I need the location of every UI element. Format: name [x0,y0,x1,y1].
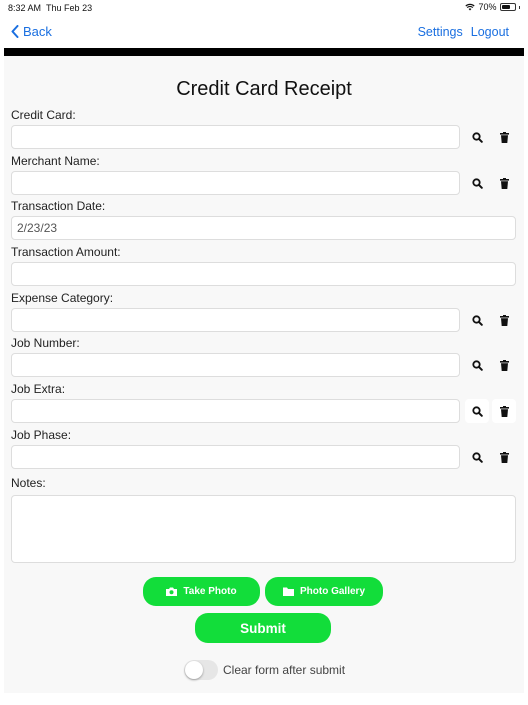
receipt-form: Credit Card Receipt Credit Card: Merchan… [4,56,524,693]
credit-card-clear-button[interactable] [492,125,516,149]
search-icon [471,359,483,371]
trash-icon [499,131,509,143]
job-extra-input[interactable] [11,399,460,423]
back-button[interactable]: Back [11,24,52,39]
photo-gallery-label: Photo Gallery [299,586,365,597]
clear-form-toggle[interactable] [184,660,218,680]
credit-card-label: Credit Card: [11,108,76,122]
notes-textarea[interactable] [11,495,516,563]
search-icon [471,405,483,417]
trash-icon [499,451,509,463]
job-phase-search-button[interactable] [465,445,489,469]
trash-icon [499,405,509,417]
status-indicators: 70% [465,2,520,12]
page-title: Credit Card Receipt [176,78,352,100]
nav-bar: Back Settings Logout [0,18,528,48]
job-number-label: Job Number: [11,336,80,350]
submit-label: Submit [240,620,286,636]
transaction-date-input[interactable]: 2/23/23 [11,216,516,240]
expense-category-search-button[interactable] [465,308,489,332]
search-icon [471,131,483,143]
settings-link[interactable]: Settings [418,25,463,39]
job-phase-label: Job Phase: [11,428,72,442]
expense-category-label: Expense Category: [11,291,114,305]
status-date: Thu Feb 23 [46,3,93,13]
status-bar: 8:32 AM Thu Feb 23 70% [0,0,528,16]
merchant-name-clear-button[interactable] [492,171,516,195]
transaction-amount-label: Transaction Amount: [11,245,121,259]
header-divider [4,48,524,56]
job-extra-search-button[interactable] [465,399,489,423]
chevron-left-icon [11,25,19,38]
logout-link[interactable]: Logout [471,25,509,39]
merchant-name-search-button[interactable] [465,171,489,195]
notes-label: Notes: [11,476,46,490]
wifi-icon [465,3,476,11]
job-number-input[interactable] [11,353,460,377]
status-clock: 8:32 AM [8,3,42,13]
photo-gallery-button[interactable]: Photo Gallery [265,577,383,606]
trash-icon [499,359,509,371]
camera-icon [166,587,178,596]
job-number-clear-button[interactable] [492,353,516,377]
job-extra-clear-button[interactable] [492,399,516,423]
take-photo-button[interactable]: Take Photo [143,577,260,606]
job-phase-input[interactable] [11,445,460,469]
merchant-name-label: Merchant Name: [11,154,100,168]
take-photo-label: Take Photo [183,586,237,597]
expense-category-input[interactable] [11,308,460,332]
nav-actions: Settings Logout [418,25,509,39]
back-label: Back [23,24,52,39]
expense-category-clear-button[interactable] [492,308,516,332]
search-icon [471,314,483,326]
job-number-search-button[interactable] [465,353,489,377]
trash-icon [499,314,509,326]
credit-card-input[interactable] [11,125,460,149]
job-extra-label: Job Extra: [11,382,66,396]
battery-icon [499,3,516,11]
merchant-name-input[interactable] [11,171,460,195]
battery-percent: 70% [478,2,497,12]
clear-form-label: Clear form after submit [223,663,346,677]
job-phase-clear-button[interactable] [492,445,516,469]
transaction-amount-input[interactable] [11,262,516,286]
transaction-date-label: Transaction Date: [11,199,106,213]
status-time: 8:32 AM Thu Feb 23 [8,3,92,13]
folder-icon [282,587,294,596]
toggle-knob [185,661,203,679]
credit-card-search-button[interactable] [465,125,489,149]
search-icon [471,451,483,463]
search-icon [471,177,483,189]
submit-button[interactable]: Submit [195,613,331,643]
trash-icon [499,177,509,189]
